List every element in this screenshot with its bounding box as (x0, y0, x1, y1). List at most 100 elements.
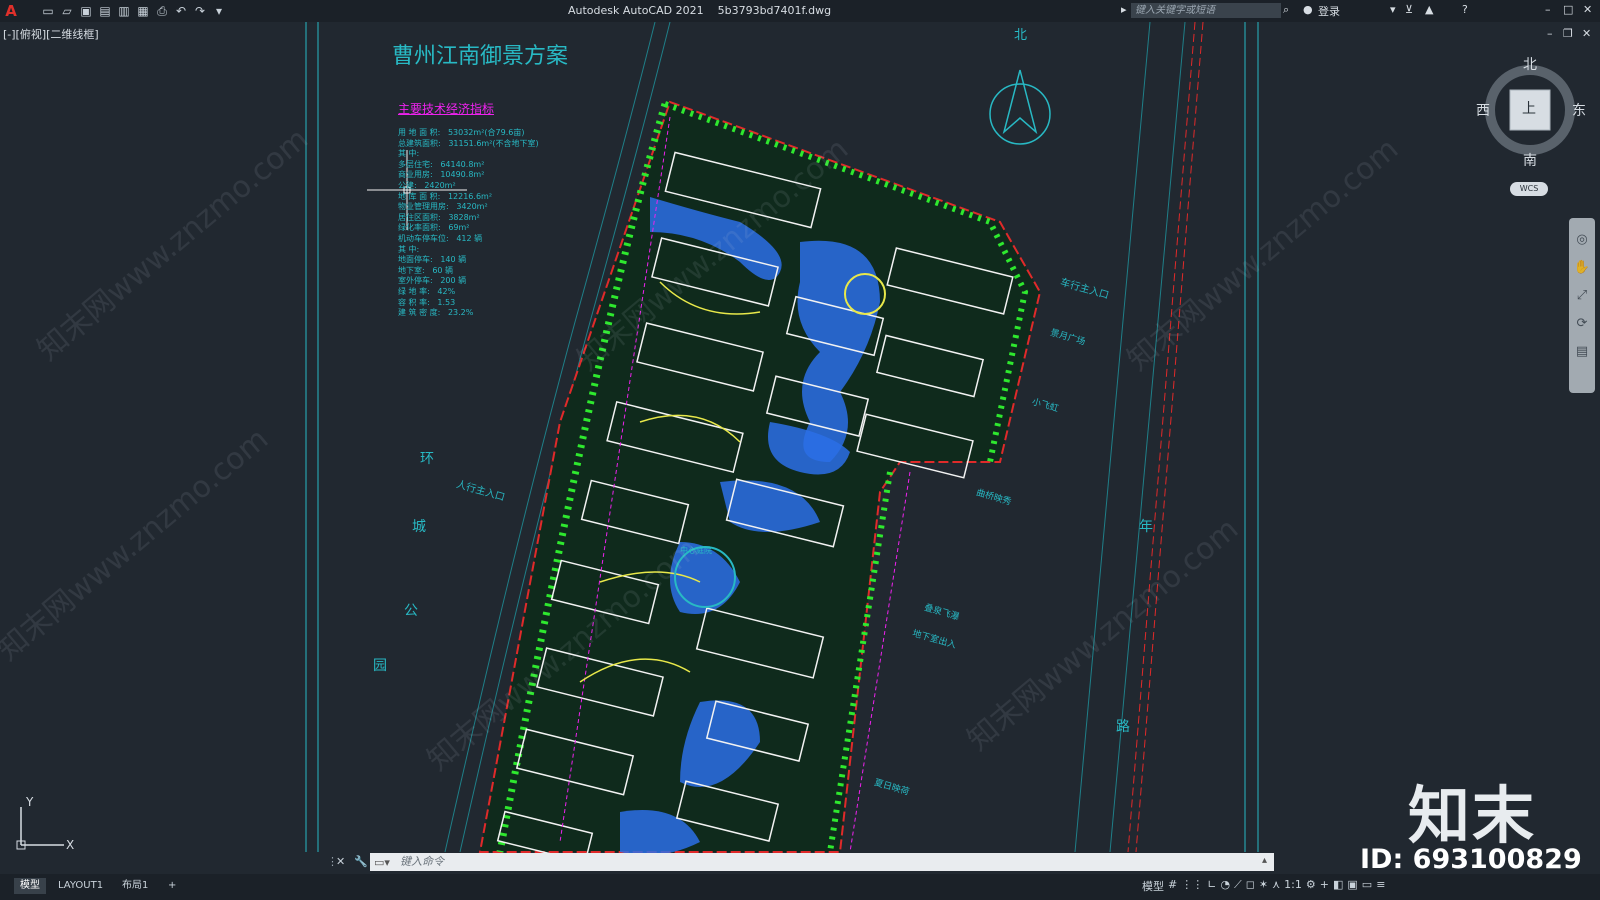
north-arrow-label: 北 (1014, 28, 1028, 43)
road-west-label-1: 环 (420, 451, 434, 467)
autocad-logo-icon[interactable]: A (0, 2, 22, 20)
orbit-icon[interactable]: ⟳ (1569, 310, 1595, 338)
search-input[interactable]: 键入关键字或短语 (1131, 3, 1281, 18)
model-space-button[interactable]: 模型 (1142, 878, 1164, 894)
maximize-icon[interactable]: □ (1563, 3, 1573, 16)
tech-table-row: 其 中: (398, 244, 420, 254)
tech-table-row: 用 地 面 积: 53032m²(合79.6亩) (398, 128, 525, 137)
annotation-scale-icon[interactable]: ⋏ (1272, 878, 1280, 894)
title-bar: A ▭ ▱ ▣ ▤ ▥ ▦ ⎙ ↶ ↷ ▾ Autodesk AutoCAD 2… (0, 0, 1600, 22)
web-save-icon[interactable]: ▦ (135, 3, 151, 19)
clean-screen-icon[interactable]: ▭ (1362, 878, 1372, 894)
redo-icon[interactable]: ↷ (192, 3, 208, 19)
cmd-close-icon[interactable]: ✕ (336, 855, 345, 868)
view-cube[interactable]: 北 南 西 东 上 (1476, 57, 1586, 170)
grid-icon[interactable]: # (1168, 878, 1177, 894)
cart-icon[interactable]: ⊻ (1405, 3, 1413, 16)
road-west-label-4: 园 (373, 658, 387, 674)
save-as-icon[interactable]: ▤ (97, 3, 113, 19)
customize-qat-icon[interactable]: ▾ (211, 3, 227, 19)
open-file-icon[interactable]: ▱ (59, 3, 75, 19)
road-west-label-3: 公 (404, 603, 418, 619)
web-open-icon[interactable]: ▥ (116, 3, 132, 19)
tab-layout1[interactable]: LAYOUT1 (52, 878, 109, 894)
tech-table-row: 多层住宅: 64140.8m² (398, 159, 485, 169)
command-input[interactable]: 键入命令 (370, 853, 1274, 871)
search-arrow-icon[interactable]: ▸ (1121, 3, 1127, 16)
viewcube-top-face[interactable]: 上 (1522, 98, 1536, 118)
cmd-recent-icon[interactable]: ▭▾ (374, 856, 390, 869)
tech-table-row: 建 筑 密 度: 23.2% (398, 308, 474, 318)
status-toggles: 模型 # ⋮⋮ ∟ ◔ ⟋ ◻ ✶ ⋏ 1:1 ⚙ + ◧ ▣ ▭ ≡ (1142, 878, 1385, 894)
road-east-label-1: 年 (1139, 519, 1153, 535)
search-icon[interactable]: ⌕ (1283, 3, 1289, 17)
tech-table-row: 物业管理用房: 3420m² (398, 202, 488, 212)
customization-menu-icon[interactable]: ≡ (1376, 878, 1385, 894)
tech-table-row: 公建: 2420m² (398, 180, 456, 190)
autodesk-app-icon[interactable]: ▲ (1425, 3, 1433, 16)
showmotion-icon[interactable]: ▤ (1569, 338, 1595, 366)
tech-table-row: 其 中: (398, 149, 420, 159)
tech-table-row: 地 库 面 积: 12216.6m² (398, 191, 493, 201)
ucs-y-label: Y (25, 795, 34, 809)
viewcube-west[interactable]: 西 (1476, 100, 1490, 120)
tab-layout-cn[interactable]: 布局1 (116, 878, 154, 894)
viewcube-east[interactable]: 东 (1572, 100, 1586, 120)
viewcube-north[interactable]: 北 (1523, 54, 1537, 74)
label-courtyard: 中心庭院 (680, 546, 712, 555)
brand-id: ID: 693100829 (1360, 844, 1582, 875)
settings-gear-icon[interactable]: ⚙ (1306, 878, 1316, 894)
tech-table-row: 容 积 率: 1.53 (398, 297, 456, 307)
zoom-extents-icon[interactable]: ⤢ (1569, 282, 1595, 310)
quick-access-toolbar: ▭ ▱ ▣ ▤ ▥ ▦ ⎙ ↶ ↷ ▾ (40, 3, 227, 19)
tech-table-row: 地面停车: 140 辆 (398, 255, 467, 265)
drawing-canvas[interactable] (0, 22, 1600, 874)
save-icon[interactable]: ▣ (78, 3, 94, 19)
drawing-title: 曹州江南御景方案 (392, 44, 569, 69)
tech-table: 用 地 面 积: 53032m²(合79.6亩) 总建筑面积: 31151.6m²… (398, 128, 539, 319)
minimize-icon[interactable]: – (1545, 3, 1551, 16)
tech-table-row: 居住区面积: 3828m² (398, 212, 480, 222)
hardware-accel-icon[interactable]: ▣ (1347, 878, 1357, 894)
cmd-history-icon[interactable]: ▴ (1262, 855, 1267, 866)
steering-wheel-icon[interactable]: ◎ (1569, 226, 1595, 254)
snap-icon[interactable]: ⋮⋮ (1181, 878, 1203, 894)
tech-table-row: 地下室: 60 辆 (398, 265, 454, 275)
viewcube-south[interactable]: 南 (1523, 150, 1537, 170)
login-dropdown-icon[interactable]: ▾ (1390, 3, 1396, 16)
annotation-visibility-icon[interactable]: ✶ (1259, 878, 1268, 894)
brand-logo: 知末 (1408, 779, 1537, 852)
wcs-menu[interactable]: WCS (1510, 182, 1548, 196)
cmd-customize-icon[interactable]: 🔧 (354, 855, 368, 868)
road-west-label-2: 城 (412, 519, 426, 535)
isodraft-icon[interactable]: ⟋ (1234, 878, 1242, 894)
tech-table-row: 总建筑面积: 31151.6m²(不含地下室) (398, 138, 539, 148)
tech-table-row: 商业用房: 10490.8m² (398, 170, 485, 180)
plot-icon[interactable]: ⎙ (154, 3, 170, 19)
tab-model[interactable]: 模型 (14, 878, 46, 894)
ucs-x-label: X (66, 838, 74, 852)
isolate-icon[interactable]: ◧ (1333, 878, 1343, 894)
tech-table-row: 机动车停车位: 412 辆 (398, 233, 483, 243)
pan-icon[interactable]: ✋ (1569, 254, 1595, 282)
road-east-label-2: 路 (1116, 719, 1130, 735)
osnap-icon[interactable]: ◻ (1246, 878, 1255, 894)
ucs-icon: Y X (16, 795, 74, 852)
scale-readout[interactable]: 1:1 (1284, 878, 1302, 894)
tech-table-row: 绿 地 率: 42% (398, 286, 456, 296)
new-file-icon[interactable]: ▭ (40, 3, 56, 19)
navigation-bar[interactable]: ◎ ✋ ⤢ ⟳ ▤ (1569, 218, 1595, 393)
user-icon[interactable]: ● (1303, 3, 1313, 16)
close-icon[interactable]: ✕ (1583, 3, 1592, 16)
login-button[interactable]: 登录 (1318, 3, 1340, 19)
ortho-icon[interactable]: ∟ (1207, 878, 1216, 894)
window-title: Autodesk AutoCAD 2021 5b3793bd7401f.dwg (568, 4, 832, 17)
plus-icon[interactable]: + (1320, 878, 1329, 894)
help-icon[interactable]: ? (1462, 3, 1468, 16)
add-layout-button[interactable]: + (162, 878, 182, 894)
tech-table-row: 室外停车: 200 辆 (398, 276, 467, 286)
tech-table-heading: 主要技术经济指标 (398, 102, 495, 116)
undo-icon[interactable]: ↶ (173, 3, 189, 19)
tech-table-row: 绿化率面积: 69m² (398, 223, 470, 233)
polar-icon[interactable]: ◔ (1220, 878, 1230, 894)
